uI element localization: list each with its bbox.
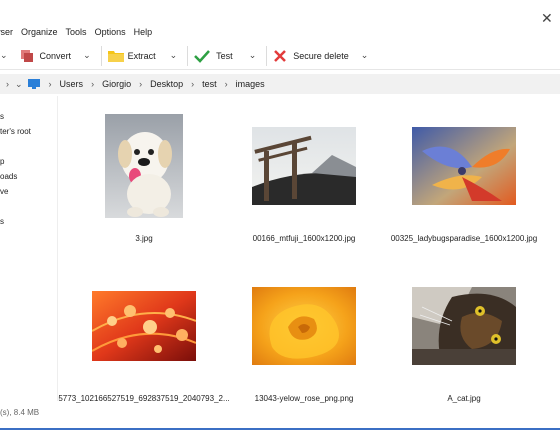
cat-thumbnail xyxy=(412,287,516,365)
file-grid: 3.jpg 00166_mtfuji_1600x1200.jpg 00325_l… xyxy=(58,96,560,416)
water-drops-thumbnail xyxy=(92,291,196,361)
chevron-down-icon[interactable]: ⌄ xyxy=(0,50,12,61)
convert-label: Convert xyxy=(39,50,72,61)
delete-x-icon xyxy=(274,49,287,62)
menu-help[interactable]: Help xyxy=(134,27,153,41)
separator-arrow-icon: › xyxy=(6,79,9,89)
test-label: Test xyxy=(216,50,233,61)
puppy-thumbnail xyxy=(105,114,183,218)
file-tile[interactable]: 3.jpg xyxy=(64,106,224,246)
file-name: 5773_102166527519_692837519_2040793_2... xyxy=(58,394,230,403)
file-tile[interactable]: A_cat.jpg xyxy=(384,266,544,406)
folder-icon xyxy=(107,51,124,62)
yellow-rose-thumbnail xyxy=(252,287,356,365)
file-tile[interactable]: 5773_102166527519_692837519_2040793_2... xyxy=(58,266,230,406)
file-name: 13043-yelow_rose_png.png xyxy=(254,394,354,403)
breadcrumb-test[interactable]: test xyxy=(202,79,217,89)
close-icon[interactable]: ✕ xyxy=(541,10,553,27)
sidebar-item[interactable]: s xyxy=(0,112,4,121)
thumbnail xyxy=(384,106,544,226)
status-text: (s), 8.4 MB xyxy=(0,408,40,417)
flower-thumbnail xyxy=(412,127,516,205)
breadcrumb-desktop[interactable]: Desktop xyxy=(150,79,183,89)
menu-options[interactable]: Options xyxy=(95,27,126,41)
extract-chevron-icon[interactable]: ⌄ xyxy=(166,50,182,61)
file-tile[interactable]: 00166_mtfuji_1600x1200.jpg xyxy=(224,106,384,246)
separator-arrow-icon: › xyxy=(224,79,228,89)
menu-organize[interactable]: Organize xyxy=(21,27,58,41)
file-name: A_cat.jpg xyxy=(447,394,481,403)
breadcrumb-users[interactable]: Users xyxy=(60,79,84,89)
breadcrumb-images[interactable]: images xyxy=(236,79,265,89)
separator-arrow-icon: › xyxy=(91,79,95,89)
thumbnail xyxy=(64,106,224,226)
separator-arrow-icon: › xyxy=(48,79,52,89)
test-button[interactable]: Test xyxy=(194,44,233,68)
toolbar-divider xyxy=(100,45,102,66)
separator-arrow-icon: › xyxy=(191,79,195,89)
sidebar-item[interactable]: oads xyxy=(0,172,17,181)
file-tile[interactable]: 13043-yelow_rose_png.png xyxy=(224,266,384,406)
file-name: 00325_ladybugsparadise_1600x1200.jpg xyxy=(390,234,538,243)
sidebar-item[interactable]: ter's root xyxy=(0,127,31,136)
thumbnail xyxy=(224,266,384,386)
thumbnail xyxy=(224,106,384,226)
menu-tools[interactable]: Tools xyxy=(66,27,87,41)
sidebar: s ter's root p oads ve s xyxy=(0,96,58,401)
check-icon xyxy=(194,49,211,63)
menu-bar: wser Organize Tools Options Help xyxy=(0,27,160,41)
computer-icon xyxy=(27,79,40,89)
file-tile[interactable]: 00325_ladybugsparadise_1600x1200.jpg xyxy=(384,106,544,246)
window-bottom-border xyxy=(0,428,560,430)
secure-delete-button[interactable]: Secure delete xyxy=(273,44,349,68)
breadcrumb-giorgio[interactable]: Giorgio xyxy=(102,79,131,89)
separator-arrow-icon: › xyxy=(139,79,143,89)
extract-button[interactable]: Extract xyxy=(107,44,156,68)
toolbar: ⌄ Convert ⌄ Extract ⌄ Test ⌄ Secure dele… xyxy=(0,42,560,70)
chevron-down-icon[interactable]: ⌄ xyxy=(15,79,23,90)
torii-thumbnail xyxy=(252,127,356,205)
convert-icon xyxy=(20,49,33,62)
toolbar-divider xyxy=(266,45,268,66)
convert-chevron-icon[interactable]: ⌄ xyxy=(79,50,95,61)
menu-browser[interactable]: wser xyxy=(0,27,13,41)
sidebar-item[interactable]: ve xyxy=(0,187,8,196)
convert-button[interactable]: Convert xyxy=(20,44,72,68)
thumbnail xyxy=(384,266,544,386)
thumbnail xyxy=(64,266,224,386)
extract-label: Extract xyxy=(127,50,156,61)
toolbar-divider xyxy=(187,45,189,66)
test-chevron-icon[interactable]: ⌄ xyxy=(245,50,261,61)
secure-delete-chevron-icon[interactable]: ⌄ xyxy=(357,50,373,61)
file-name: 00166_mtfuji_1600x1200.jpg xyxy=(252,234,356,243)
secure-delete-label: Secure delete xyxy=(293,50,349,61)
file-name: 3.jpg xyxy=(135,234,153,243)
sidebar-item[interactable]: p xyxy=(0,157,4,166)
sidebar-item[interactable]: s xyxy=(0,217,4,226)
address-bar[interactable]: › ⌄ › Users › Giorgio › Desktop › test ›… xyxy=(0,74,560,94)
